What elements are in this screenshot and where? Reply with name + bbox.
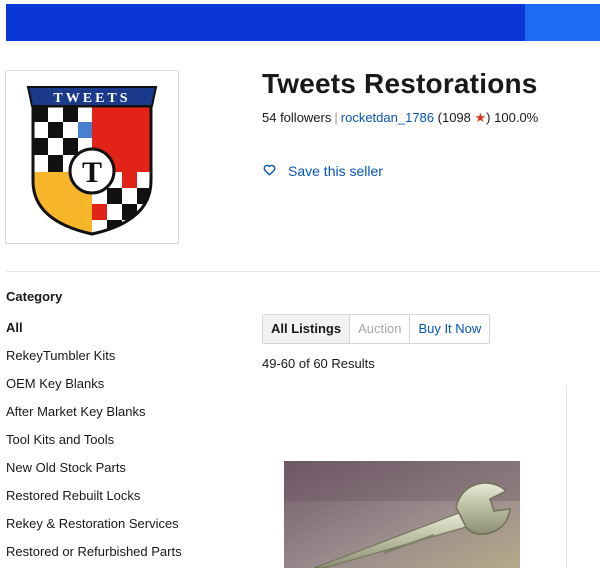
product-image-wrench[interactable]	[284, 461, 520, 568]
feedback-close: )	[486, 110, 491, 125]
category-item-rekey-tumbler-kits[interactable]: RekeyTumbler Kits	[6, 348, 182, 376]
category-list: All RekeyTumbler Kits OEM Key Blanks Aft…	[6, 320, 182, 572]
star-icon: ★	[474, 110, 487, 125]
category-item-oem-key-blanks[interactable]: OEM Key Blanks	[6, 376, 182, 404]
seller-name: Tweets Restorations	[262, 68, 538, 99]
save-seller-label: Save this seller	[288, 163, 383, 179]
save-seller-button[interactable]: Save this seller	[263, 163, 383, 179]
seller-stats: 54 followers | rocketdan_1786 (1098 ★) 100…	[262, 110, 539, 125]
header-banner	[6, 4, 600, 41]
category-item-tool-kits[interactable]: Tool Kits and Tools	[6, 432, 182, 460]
category-item-all[interactable]: All	[6, 320, 182, 348]
tab-all-listings[interactable]: All Listings	[263, 315, 351, 343]
listing-type-tabs: All Listings Auction Buy It Now	[262, 314, 491, 344]
category-item-rekey-services[interactable]: Rekey & Restoration Services	[6, 516, 182, 544]
seller-logo: TWEETS T	[5, 70, 179, 244]
category-heading: Category	[6, 289, 63, 304]
feedback-score: (1098	[437, 110, 471, 125]
results-count: 49-60 of 60 Results	[262, 356, 375, 371]
svg-text:TWEETS: TWEETS	[53, 91, 130, 106]
followers-count: 54 followers	[262, 110, 332, 125]
category-item-restored-rebuilt-locks[interactable]: Restored Rebuilt Locks	[6, 488, 182, 516]
svg-text:T: T	[82, 156, 102, 189]
tab-auction[interactable]: Auction	[350, 315, 411, 343]
heart-outline-icon	[263, 163, 276, 179]
column-divider	[566, 385, 567, 568]
positive-feedback: 100.0%	[494, 110, 539, 125]
header-banner-accent	[525, 4, 600, 41]
seller-username-link[interactable]: rocketdan_1786	[341, 110, 434, 125]
category-item-new-old-stock[interactable]: New Old Stock Parts	[6, 460, 182, 488]
tab-buy-it-now[interactable]: Buy It Now	[410, 315, 489, 343]
section-divider	[6, 271, 600, 272]
category-item-after-market-key-blanks[interactable]: After Market Key Blanks	[6, 404, 182, 432]
